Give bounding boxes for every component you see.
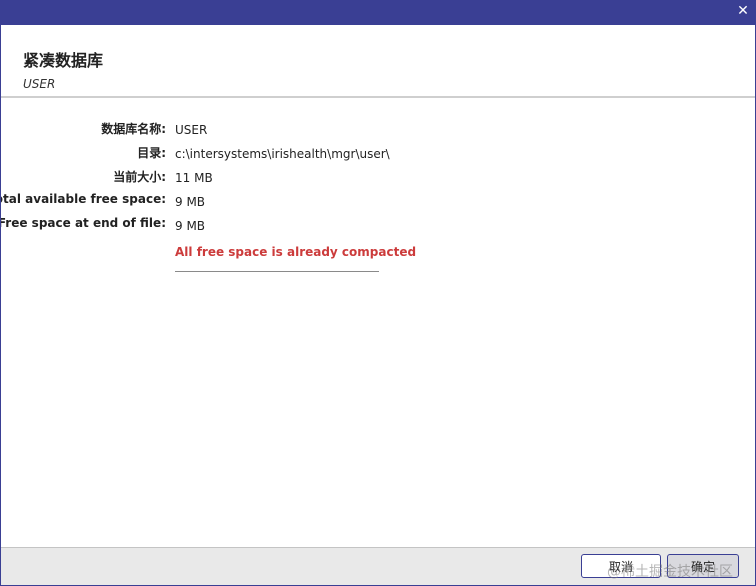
field-label: 数据库名称: (101, 122, 166, 136)
field-label: Free space at end of file: (0, 216, 166, 230)
divider (175, 271, 379, 272)
dialog-titlebar[interactable]: ✕ (1, 1, 755, 25)
field-label: 目录: (137, 146, 166, 160)
field-row-free-space-end: Free space at end of file: 9 MB (1, 216, 755, 238)
field-label: 当前大小: (113, 170, 166, 184)
field-value: c:\intersystems\irishealth\mgr\user\ (175, 147, 390, 161)
field-value: USER (175, 123, 208, 137)
field-value: 9 MB (175, 195, 206, 209)
dialog-footer: 取消 确定 (1, 547, 755, 585)
ok-button[interactable]: 确定 (667, 554, 739, 578)
field-row-database-name: 数据库名称: USER (1, 120, 755, 142)
field-value: 11 MB (175, 171, 213, 185)
dialog-header: 紧凑数据库 USER (1, 25, 755, 98)
compact-database-dialog: ✕ 紧凑数据库 USER 数据库名称: USER 目录: c:\intersys… (0, 0, 756, 586)
cancel-button[interactable]: 取消 (581, 554, 661, 578)
status-message: All free space is already compacted (175, 245, 417, 259)
page-subtitle: USER (23, 77, 56, 91)
field-row-total-free-space: Total available free space: 9 MB (1, 192, 755, 214)
page-title: 紧凑数据库 (23, 51, 104, 70)
close-icon[interactable]: ✕ (735, 3, 751, 19)
field-row-directory: 目录: c:\intersystems\irishealth\mgr\user\ (1, 144, 755, 166)
field-row-current-size: 当前大小: 11 MB (1, 168, 755, 190)
field-label: Total available free space: (0, 192, 166, 206)
field-value: 9 MB (175, 219, 206, 233)
